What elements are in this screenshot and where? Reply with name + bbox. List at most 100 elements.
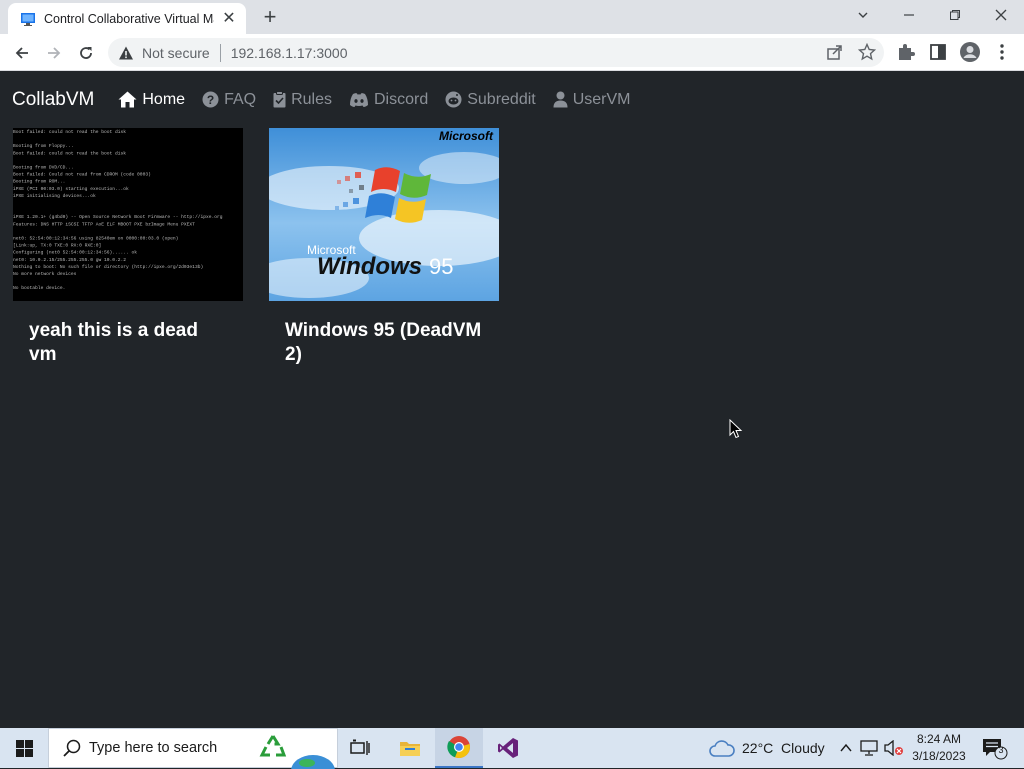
boot-text-line: net0: 52:54:00:12:34:56 using 82540em on… xyxy=(13,236,178,242)
boot-text-line: Nothing to boot: No such file or directo… xyxy=(13,264,203,270)
chevron-up-icon[interactable] xyxy=(838,740,854,756)
svg-text:?: ? xyxy=(207,93,214,107)
user-icon xyxy=(553,91,568,108)
nav-rules[interactable]: Rules xyxy=(273,91,332,109)
file-explorer-button[interactable] xyxy=(386,728,434,768)
boot-text-line: No more network devices xyxy=(13,271,77,277)
weather-widget[interactable]: 22°C Cloudy xyxy=(708,728,825,768)
browser-tab-strip: Control Collaborative Virtual Machines ✕… xyxy=(0,0,1024,34)
boot-text-line: Booting from ROM... xyxy=(13,179,65,185)
nav-faq-label: FAQ xyxy=(224,90,257,108)
network-icon[interactable] xyxy=(860,740,878,756)
share-icon[interactable] xyxy=(826,43,844,61)
bookmark-star-icon[interactable] xyxy=(858,43,876,61)
home-icon xyxy=(118,91,137,108)
mouse-cursor-icon xyxy=(729,419,743,439)
close-window-button[interactable] xyxy=(987,4,1015,28)
nav-rules-label: Rules xyxy=(291,90,332,108)
system-tray xyxy=(838,728,904,768)
nav-home[interactable]: Home xyxy=(118,91,185,109)
tab-close-icon[interactable]: ✕ xyxy=(220,10,238,28)
tab-title: Control Collaborative Virtual Machines xyxy=(44,11,214,26)
nav-subreddit-label: Subreddit xyxy=(467,90,536,108)
search-icon xyxy=(63,739,81,757)
monitor-favicon-icon xyxy=(21,12,35,26)
windows-wordmark: Windows xyxy=(317,253,422,280)
globe-decoration-icon xyxy=(291,755,335,769)
nav-uservm-label: UserVM xyxy=(572,90,631,108)
nav-faq[interactable]: ? FAQ xyxy=(202,91,256,109)
nav-discord-label: Discord xyxy=(373,90,429,108)
boot-text-line: iPXE 1.20.1+ (g4bd0) -- Open Source Netw… xyxy=(13,214,223,220)
browser-tab[interactable]: Control Collaborative Virtual Machines ✕ xyxy=(8,3,246,34)
minimize-window-button[interactable] xyxy=(895,4,923,28)
clock-time: 8:24 AM xyxy=(916,732,962,746)
taskbar-clock[interactable]: 8:24 AM 3/18/2023 xyxy=(906,731,972,765)
forward-button[interactable] xyxy=(41,40,67,66)
boot-text-line: [Link:up, TX:0 TXE:0 RX:0 RXE:0] xyxy=(13,243,101,249)
reddit-icon xyxy=(445,91,462,108)
page-content: CollabVM Home ? FAQ Rules Discord Subred… xyxy=(0,71,1024,728)
notification-center-button[interactable]: 3 xyxy=(980,736,1008,760)
address-divider xyxy=(219,43,221,62)
boot-text-line: iPXE (PCI 00:03.0) starting execution...… xyxy=(13,186,129,192)
address-bar[interactable]: Not secure 192.168.1.17:3000 xyxy=(108,38,884,67)
nav-discord[interactable]: Discord xyxy=(349,91,428,109)
url-text[interactable]: 192.168.1.17:3000 xyxy=(231,45,348,61)
vm-title[interactable]: yeah this is a dead vm xyxy=(13,301,243,367)
profile-avatar-icon[interactable] xyxy=(959,40,981,64)
search-placeholder: Type here to search xyxy=(89,740,218,756)
windows-version-text: 95 xyxy=(429,254,453,279)
site-navbar: CollabVM Home ? FAQ Rules Discord Subred… xyxy=(0,71,1024,128)
taskbar-search-box[interactable]: Type here to search xyxy=(48,728,338,769)
boot-text-line: No bootable device. xyxy=(13,285,65,291)
extensions-icon[interactable] xyxy=(896,40,916,64)
notification-count: 3 xyxy=(998,745,1004,755)
boot-text-line: Features: DNS HTTP iSCSI TFTP AoE ELF MB… xyxy=(13,221,195,227)
boot-text-line: Booting from DVD/CD... xyxy=(13,165,74,171)
vm-thumbnail[interactable]: Boot failed: could not read the boot dis… xyxy=(13,128,243,301)
chrome-taskbar-button[interactable] xyxy=(435,728,483,768)
restore-window-button[interactable] xyxy=(941,4,969,28)
folder-icon xyxy=(400,742,420,756)
task-view-icon xyxy=(350,739,370,755)
side-panel-icon[interactable] xyxy=(928,40,948,64)
boot-text-line: Boot failed: could not read the boot dis… xyxy=(13,150,126,156)
boot-text-line: net0: 10.0.2.15/255.255.255.0 gw 10.0.2.… xyxy=(13,257,126,263)
cloud-icon xyxy=(709,740,735,757)
recycle-icon xyxy=(259,735,287,757)
boot-text-line: Boot failed: could not read the boot dis… xyxy=(13,129,126,135)
boot-text-line: Boot failed: Could not read from CDROM (… xyxy=(13,172,151,178)
vm-card[interactable]: Boot failed: could not read the boot dis… xyxy=(13,128,243,373)
volume-muted-icon[interactable] xyxy=(884,740,904,756)
security-status-label[interactable]: Not secure xyxy=(142,45,210,61)
back-button[interactable] xyxy=(9,40,35,66)
clipboard-check-icon xyxy=(273,91,286,108)
task-view-button[interactable] xyxy=(336,728,384,768)
nav-home-label: Home xyxy=(142,90,186,108)
weather-text: 22°C Cloudy xyxy=(742,740,825,756)
boot-text-line: iPXE initialising devices...ok xyxy=(13,193,96,199)
boot-text-line: Configuring (net0 52:54:00:12:34:56)....… xyxy=(13,250,137,256)
visual-studio-button[interactable] xyxy=(484,728,532,768)
site-brand[interactable]: CollabVM xyxy=(12,89,94,111)
nav-uservm[interactable]: UserVM xyxy=(553,91,631,109)
start-button[interactable] xyxy=(0,728,48,768)
reload-button[interactable] xyxy=(73,40,99,66)
warning-icon[interactable] xyxy=(118,45,134,61)
nav-subreddit[interactable]: Subreddit xyxy=(445,91,536,109)
tab-search-icon[interactable] xyxy=(849,4,877,28)
vm-thumbnail[interactable]: Microsoft Microsoft Windows 95 xyxy=(269,128,499,301)
chrome-icon xyxy=(447,736,470,759)
windows-start-icon xyxy=(15,739,33,757)
vm-card[interactable]: Microsoft Microsoft Windows 95 Windows 9… xyxy=(269,128,499,373)
browser-toolbar: Not secure 192.168.1.17:3000 xyxy=(0,34,1024,71)
question-circle-icon: ? xyxy=(202,91,219,108)
visual-studio-icon xyxy=(498,738,518,758)
boot-text-line: Booting from Floppy... xyxy=(13,143,74,149)
new-tab-button[interactable]: + xyxy=(258,6,282,30)
clock-date: 3/18/2023 xyxy=(912,749,966,763)
browser-menu-icon[interactable] xyxy=(994,40,1010,64)
vm-title[interactable]: Windows 95 (DeadVM 2) xyxy=(269,301,499,367)
windows-taskbar: Type here to search 22°C Cloudy 8:24 AM … xyxy=(0,728,1024,769)
